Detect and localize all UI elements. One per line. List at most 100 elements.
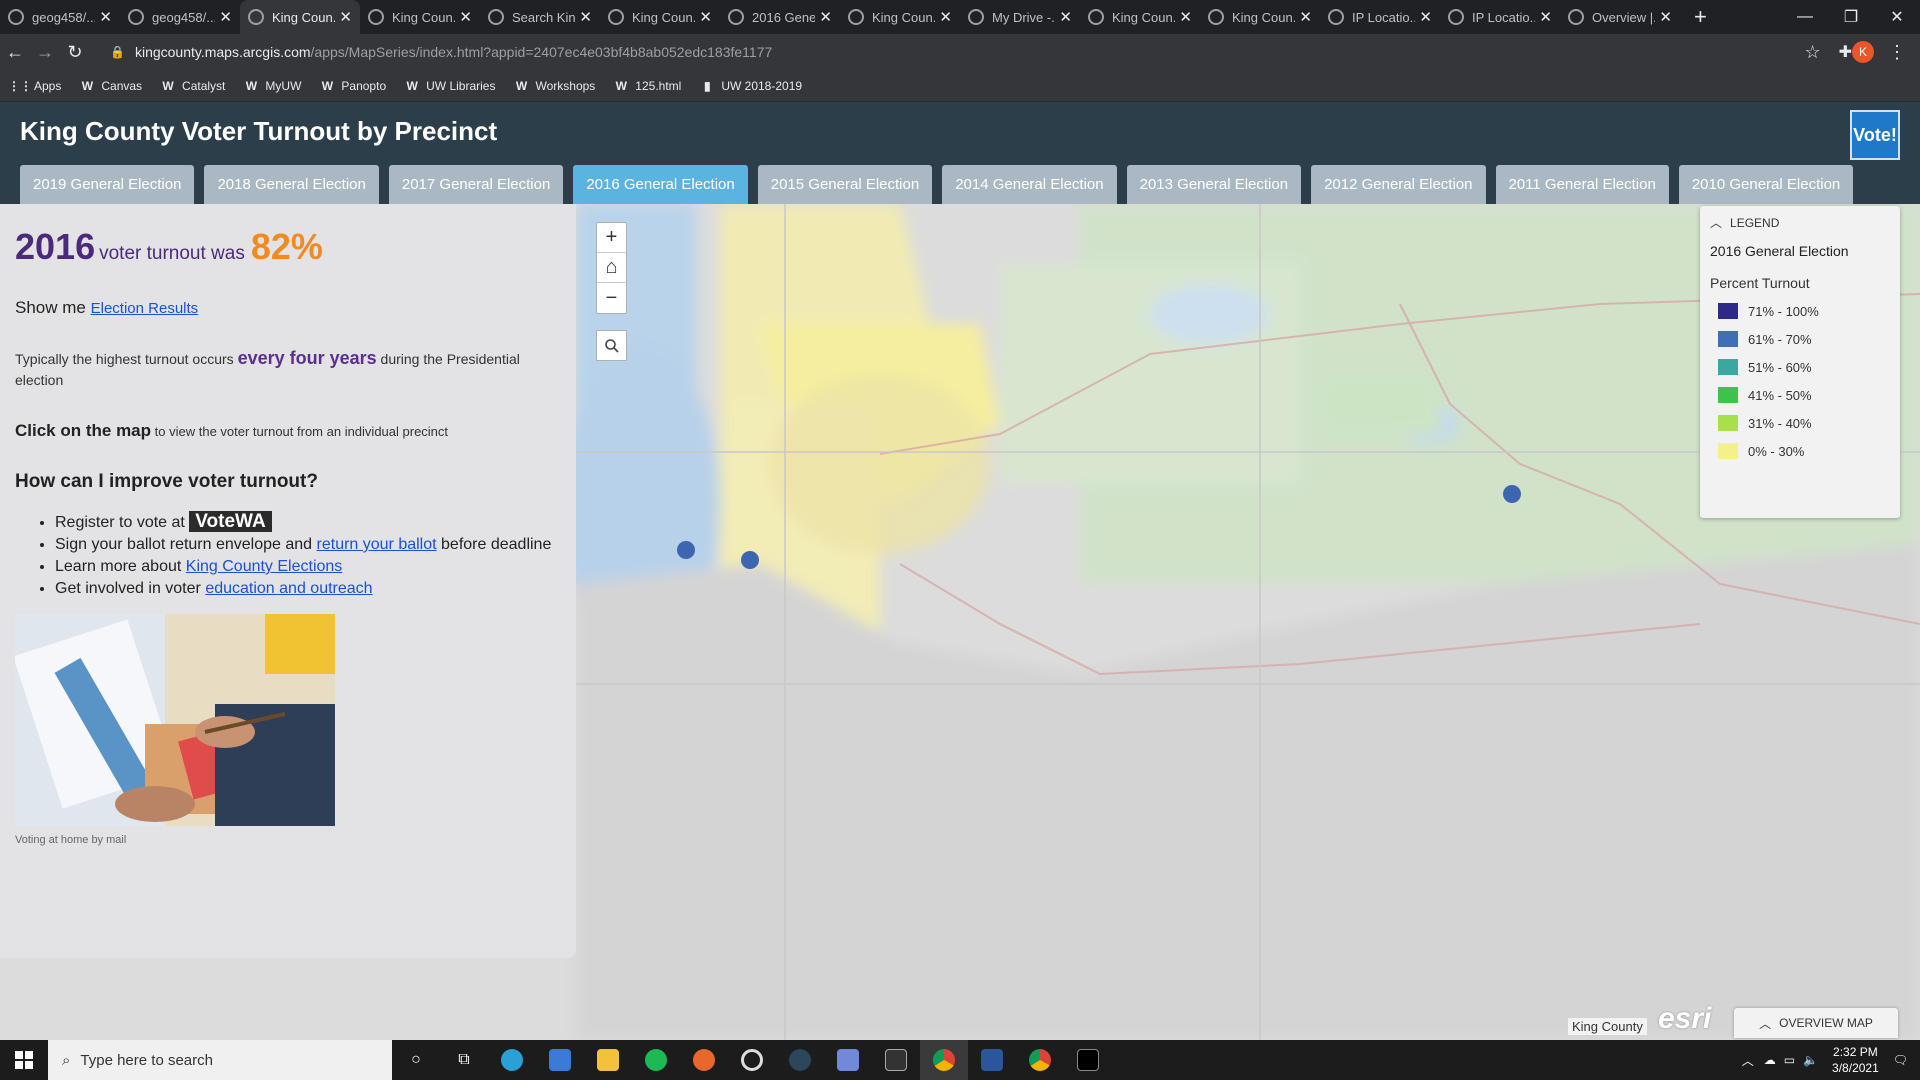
windows-start-icon[interactable] bbox=[0, 1040, 48, 1080]
tab-election[interactable]: 2010 General Election bbox=[1678, 165, 1854, 204]
terminal-icon[interactable] bbox=[1064, 1040, 1112, 1080]
cortana-icon[interactable]: ○ bbox=[392, 1040, 440, 1080]
bookmark-label: Catalyst bbox=[182, 78, 226, 93]
close-icon[interactable]: ✕ bbox=[339, 8, 352, 26]
tab-election[interactable]: 2018 General Election bbox=[204, 165, 379, 204]
close-icon[interactable]: ✕ bbox=[939, 8, 952, 26]
close-icon[interactable]: ✕ bbox=[1179, 8, 1192, 26]
tray-chevron-icon[interactable]: ︿ bbox=[1742, 1052, 1754, 1069]
extensions-icon[interactable]: ✚ bbox=[1839, 42, 1852, 62]
browser-tab[interactable]: King Coun...✕ bbox=[240, 0, 360, 34]
task-view-icon[interactable]: ⧉ bbox=[440, 1040, 488, 1080]
reload-icon[interactable]: ↻ bbox=[60, 42, 90, 63]
close-icon[interactable]: ✕ bbox=[819, 8, 832, 26]
word-icon[interactable] bbox=[968, 1040, 1016, 1080]
bookmark-item[interactable]: W Catalyst bbox=[160, 78, 225, 94]
bookmark-label: 125.html bbox=[635, 78, 682, 93]
browser-tab[interactable]: King Coun...✕ bbox=[1080, 0, 1200, 34]
tab-favicon-icon bbox=[968, 9, 984, 25]
browser-tab[interactable]: My Drive -... ✕ bbox=[960, 0, 1080, 34]
epic-games-icon[interactable] bbox=[872, 1040, 920, 1080]
browser-tab[interactable]: King Coun...✕ bbox=[840, 0, 960, 34]
close-window-icon[interactable]: ✕ bbox=[1874, 0, 1920, 34]
info-panel: 2016 voter turnout was 82% Show me Elect… bbox=[0, 204, 576, 958]
browser-tab[interactable]: IP Locatio... ✕ bbox=[1320, 0, 1440, 34]
bookmark-item[interactable]: W Canvas bbox=[79, 78, 142, 94]
restore-icon[interactable]: ❐ bbox=[1828, 0, 1874, 34]
steam-icon[interactable] bbox=[776, 1040, 824, 1080]
browser-tab[interactable]: 2016 Gene...✕ bbox=[720, 0, 840, 34]
browser-tab[interactable]: King Coun...✕ bbox=[360, 0, 480, 34]
onedrive-icon[interactable]: ☁ bbox=[1764, 1053, 1776, 1067]
volume-icon[interactable]: 🔈 bbox=[1803, 1053, 1818, 1067]
tab-election[interactable]: 2012 General Election bbox=[1311, 165, 1486, 204]
close-icon[interactable]: ✕ bbox=[579, 8, 592, 26]
browser-tab[interactable]: Overview |...✕ bbox=[1560, 0, 1680, 34]
bookmark-item[interactable]: W MyUW bbox=[243, 78, 302, 94]
bullet-text: Learn more about bbox=[55, 558, 182, 575]
tab-election[interactable]: 2016 General Election bbox=[573, 165, 748, 204]
legend-header[interactable]: ︿ LEGEND bbox=[1710, 214, 1890, 231]
notifications-icon[interactable]: 🗨 bbox=[1893, 1053, 1908, 1067]
profile-avatar[interactable]: K bbox=[1852, 41, 1874, 63]
tab-election[interactable]: 2014 General Election bbox=[942, 165, 1117, 204]
tab-election[interactable]: 2019 General Election bbox=[20, 165, 195, 204]
bookmark-item[interactable]: W 125.html bbox=[613, 78, 682, 94]
map-search-icon[interactable] bbox=[596, 330, 627, 361]
clock[interactable]: 2:32 PM 3/8/2021 bbox=[1832, 1044, 1879, 1076]
network-icon[interactable]: ▭ bbox=[1784, 1053, 1795, 1067]
close-icon[interactable]: ✕ bbox=[459, 8, 472, 26]
legend-label: 31% - 40% bbox=[1748, 415, 1812, 431]
bookmark-item[interactable]: ⋮⋮ Apps bbox=[8, 78, 61, 94]
bookmark-item[interactable]: W Panopto bbox=[319, 78, 386, 94]
taskbar-search-input[interactable]: ⌕ Type here to search bbox=[48, 1040, 392, 1080]
bookmark-item[interactable]: ▮ UW 2018-2019 bbox=[699, 78, 802, 94]
browser-tab[interactable]: geog458/... ✕ bbox=[0, 0, 120, 34]
browser-tab[interactable]: King Coun...✕ bbox=[1200, 0, 1320, 34]
edge-icon[interactable] bbox=[488, 1040, 536, 1080]
tab-election[interactable]: 2013 General Election bbox=[1126, 165, 1302, 204]
discord-icon[interactable] bbox=[824, 1040, 872, 1080]
tab-election[interactable]: 2011 General Election bbox=[1495, 165, 1669, 204]
browser-tab[interactable]: King Coun...✕ bbox=[600, 0, 720, 34]
minimize-icon[interactable]: — bbox=[1782, 0, 1828, 34]
close-icon[interactable]: ✕ bbox=[1059, 8, 1072, 26]
new-tab-icon[interactable]: + bbox=[1680, 0, 1721, 34]
votewa-logo[interactable]: VoteWA bbox=[189, 511, 272, 532]
king-county-elections-link[interactable]: King County Elections bbox=[186, 558, 343, 575]
home-icon[interactable]: ⌂ bbox=[597, 253, 626, 283]
close-icon[interactable]: ✕ bbox=[1539, 8, 1552, 26]
return-ballot-link[interactable]: return your ballot bbox=[317, 536, 437, 553]
close-icon[interactable]: ✕ bbox=[1419, 8, 1432, 26]
forward-icon[interactable]: → bbox=[30, 42, 60, 63]
close-icon[interactable]: ✕ bbox=[99, 8, 112, 26]
file-explorer-icon[interactable] bbox=[584, 1040, 632, 1080]
close-icon[interactable]: ✕ bbox=[699, 8, 712, 26]
election-results-link[interactable]: Election Results bbox=[91, 300, 199, 317]
browser-tab[interactable]: Search Kin...✕ bbox=[480, 0, 600, 34]
chrome-icon[interactable] bbox=[920, 1040, 968, 1080]
browser-tab[interactable]: IP Locatio... ✕ bbox=[1440, 0, 1560, 34]
zoom-out-icon[interactable]: − bbox=[597, 283, 626, 313]
close-icon[interactable]: ✕ bbox=[219, 8, 232, 26]
education-outreach-link[interactable]: education and outreach bbox=[205, 580, 372, 597]
bookmark-star-icon[interactable]: ☆ bbox=[1804, 42, 1820, 63]
address-bar[interactable]: 🔒 kingcounty.maps.arcgis.com /apps/MapSe… bbox=[98, 38, 1839, 66]
close-icon[interactable]: ✕ bbox=[1299, 8, 1312, 26]
browser-tab[interactable]: geog458/... ✕ bbox=[120, 0, 240, 34]
browser-menu-icon[interactable]: ⋮ bbox=[1888, 42, 1906, 63]
tab-election[interactable]: 2017 General Election bbox=[388, 165, 564, 204]
app-icon-ring[interactable] bbox=[728, 1040, 776, 1080]
spotify-icon[interactable] bbox=[632, 1040, 680, 1080]
overview-map-button[interactable]: ︿ OVERVIEW MAP bbox=[1734, 1008, 1898, 1038]
store-icon[interactable] bbox=[536, 1040, 584, 1080]
tab-election[interactable]: 2015 General Election bbox=[757, 165, 933, 204]
chevron-up-icon[interactable]: ︿ bbox=[1710, 214, 1722, 231]
zoom-in-icon[interactable]: + bbox=[597, 223, 626, 253]
chrome-icon-2[interactable] bbox=[1016, 1040, 1064, 1080]
bookmark-item[interactable]: W UW Libraries bbox=[404, 78, 495, 94]
close-icon[interactable]: ✕ bbox=[1659, 8, 1672, 26]
bookmark-item[interactable]: W Workshops bbox=[513, 78, 595, 94]
back-icon[interactable]: ← bbox=[0, 42, 30, 63]
app-icon-orange[interactable] bbox=[680, 1040, 728, 1080]
